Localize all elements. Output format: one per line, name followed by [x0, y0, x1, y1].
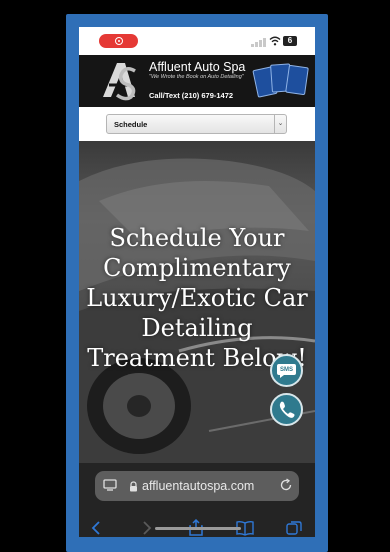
- brand-tagline: "We Wrote the Book on Auto Detailing": [149, 74, 244, 80]
- site-header: Affluent Auto Spa "We Wrote the Book on …: [79, 55, 315, 107]
- brand-name: Affluent Auto Spa: [149, 60, 246, 74]
- sms-button[interactable]: SMS: [270, 354, 303, 387]
- status-bar: 6: [79, 27, 315, 55]
- promo-book-graphic: [251, 60, 313, 102]
- page-settings-icon[interactable]: [103, 478, 117, 492]
- wifi-icon: [269, 36, 281, 46]
- schedule-select[interactable]: Schedule ⌄: [106, 114, 287, 134]
- browser-toolbar: affluentautospa.com: [79, 463, 315, 537]
- as-logo-icon[interactable]: [99, 59, 141, 101]
- chevron-down-icon: ⌄: [274, 115, 286, 133]
- reload-icon[interactable]: [279, 478, 293, 492]
- call-button[interactable]: [270, 393, 303, 426]
- schedule-select-label: Schedule: [114, 120, 148, 129]
- screen-recording-indicator[interactable]: [99, 34, 138, 48]
- record-icon: [115, 37, 123, 45]
- phone-screen: 6 Affluent Auto Spa "We Wrote the Book o…: [79, 27, 315, 537]
- phone-icon: [279, 401, 295, 418]
- screen-stage: 6 Affluent Auto Spa "We Wrote the Book o…: [0, 0, 390, 552]
- forward-icon[interactable]: [137, 519, 155, 537]
- schedule-bar: Schedule ⌄: [79, 107, 315, 141]
- cellular-signal-icon: [251, 38, 267, 47]
- address-bar[interactable]: affluentautospa.com: [95, 471, 299, 501]
- url-text: affluentautospa.com: [142, 479, 255, 493]
- tabs-icon[interactable]: [285, 519, 303, 537]
- battery-icon: 6: [283, 36, 297, 46]
- home-indicator[interactable]: [155, 527, 241, 530]
- contact-phone[interactable]: Call/Text (210) 679-1472: [149, 91, 233, 100]
- back-icon[interactable]: [88, 519, 106, 537]
- hero-title: Schedule Your Complimentary Luxury/Exoti…: [86, 224, 308, 372]
- lock-icon: [130, 481, 137, 492]
- sms-label: SMS: [279, 367, 293, 373]
